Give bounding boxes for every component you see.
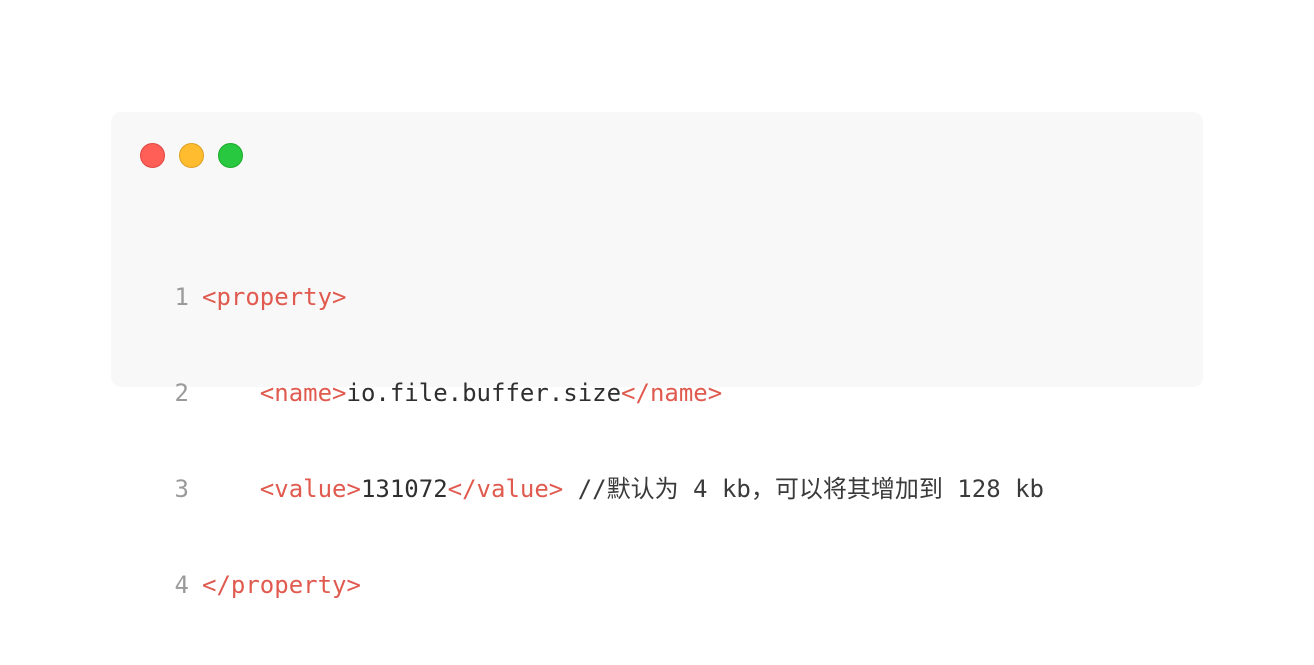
xml-text: 131072: [360, 475, 448, 503]
xml-text: io.file.buffer.size: [346, 379, 622, 407]
window-controls: [140, 143, 243, 168]
xml-close-tag: </name>: [621, 379, 723, 407]
code-comment: //默认为 4 kb，可以将其增加到 128 kb: [563, 475, 1044, 503]
xml-open-tag: <value>: [259, 475, 361, 503]
code-line: 4 </property>: [167, 569, 1044, 601]
code-line: 2 <name> io.file.buffer.size </name>: [167, 377, 1044, 409]
line-number: 3: [174, 475, 189, 503]
code-window: 1 <property> 2 <name> io.file.buffer.size <…: [111, 112, 1203, 599]
xml-open-tag: </property>: [202, 571, 361, 599]
close-button[interactable]: [140, 143, 165, 168]
line-number: 2: [174, 379, 189, 407]
maximize-button[interactable]: [218, 143, 243, 168]
xml-close-tag: </value>: [447, 475, 564, 503]
line-number: 4: [174, 571, 189, 599]
line-number: 1: [174, 283, 189, 311]
code-block: 1 <property> 2 <name> io.file.buffer.size <…: [167, 217, 1044, 665]
minimize-button[interactable]: [179, 143, 204, 168]
xml-open-tag: <property>: [202, 283, 347, 311]
code-line: 1 <property>: [167, 281, 1044, 313]
code-line: 3 <value> 131072 </value> //默认为 4 kb，可以将其增…: [167, 473, 1044, 505]
xml-open-tag: <name>: [259, 379, 347, 407]
